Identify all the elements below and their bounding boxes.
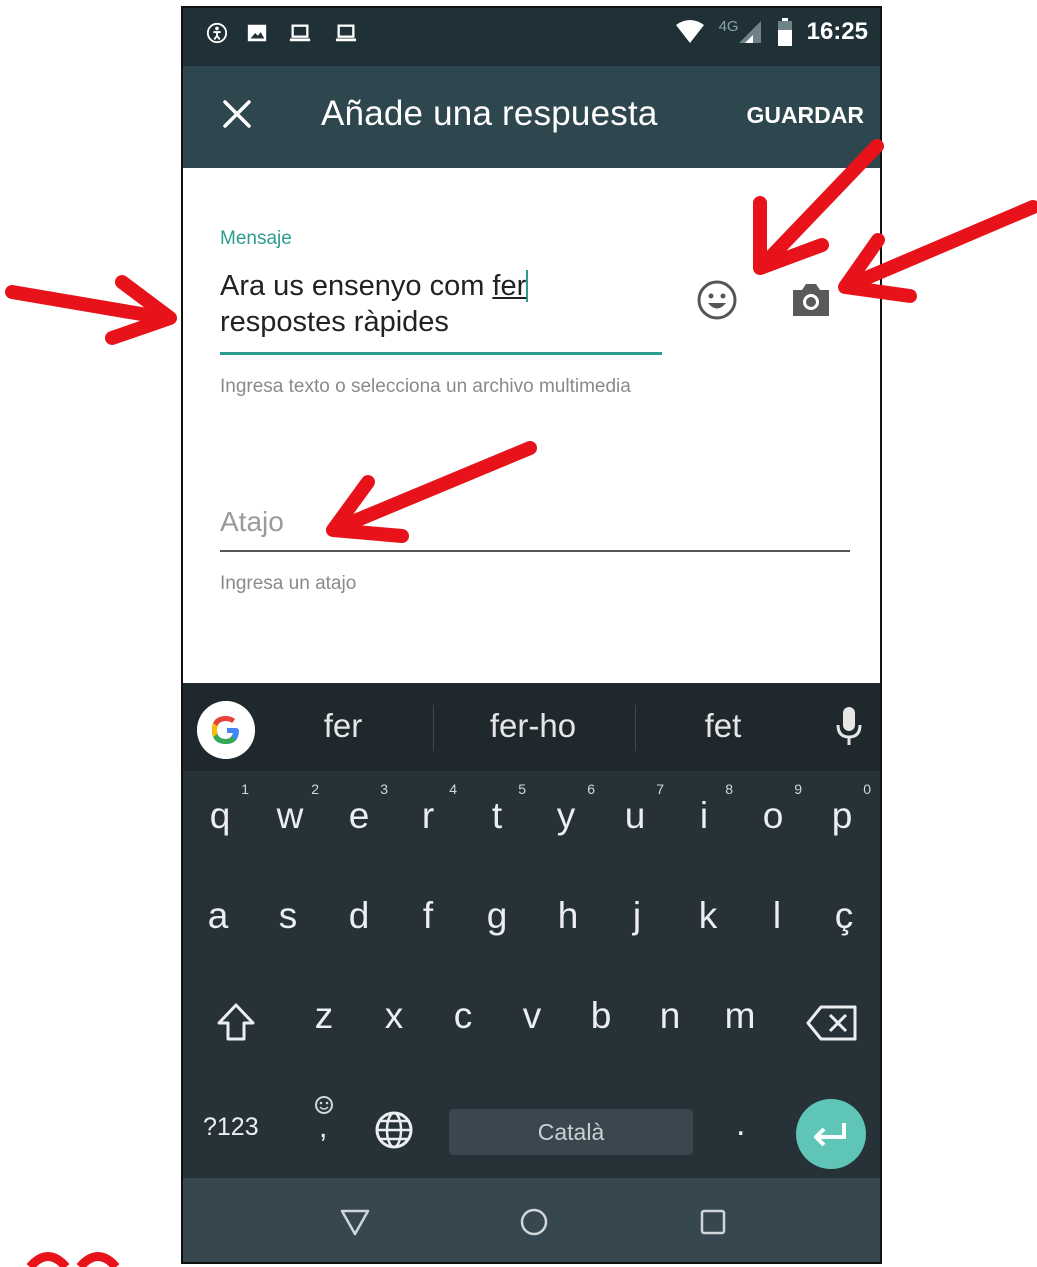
key-l[interactable]: l bbox=[746, 895, 808, 937]
enter-button[interactable] bbox=[796, 1099, 866, 1169]
home-icon[interactable] bbox=[516, 1204, 552, 1240]
key-c[interactable]: c bbox=[432, 995, 494, 1037]
key-m[interactable]: m bbox=[709, 995, 771, 1037]
reply-form: Mensaje Ara us ensenyo com fer respostes… bbox=[183, 168, 880, 683]
key-row-4: ?123 , Català . bbox=[183, 1083, 880, 1183]
mic-icon[interactable] bbox=[834, 705, 864, 749]
key-h[interactable]: h bbox=[537, 895, 599, 937]
key-y[interactable]: y6 bbox=[535, 781, 597, 837]
cropped-red-shape bbox=[26, 1252, 120, 1267]
message-text-line2: respostes ràpides bbox=[220, 306, 449, 338]
comma-key-label: , bbox=[319, 1111, 328, 1144]
suggestion-bar: fer fer-ho fet bbox=[183, 683, 880, 771]
key-z[interactable]: z bbox=[293, 995, 355, 1037]
google-icon[interactable] bbox=[197, 701, 255, 759]
globe-icon[interactable] bbox=[373, 1109, 415, 1151]
key-v[interactable]: v bbox=[501, 995, 563, 1037]
page-title: Añade una respuesta bbox=[321, 94, 658, 133]
message-helper-text: Ingresa texto o selecciona un archivo mu… bbox=[220, 376, 631, 397]
laptop-icon bbox=[289, 24, 311, 42]
message-current-word: fer bbox=[492, 270, 529, 302]
message-input[interactable]: Ara us ensenyo com fer respostes ràpides bbox=[220, 268, 660, 340]
key-w[interactable]: w2 bbox=[259, 781, 321, 837]
suggestion-divider bbox=[635, 705, 636, 751]
message-text-line1: Ara us ensenyo com bbox=[220, 270, 493, 302]
key-a[interactable]: a bbox=[187, 895, 249, 937]
key-row-2: a s d f g h j k l ç bbox=[183, 895, 880, 995]
emoji-icon[interactable] bbox=[693, 276, 741, 324]
shift-icon[interactable] bbox=[213, 999, 259, 1045]
key-row-1: q1 w2 e3 r4 t5 y6 u7 i8 o9 p0 bbox=[183, 781, 880, 895]
key-q[interactable]: q1 bbox=[189, 781, 251, 837]
enter-icon bbox=[814, 1123, 846, 1147]
close-icon[interactable] bbox=[215, 92, 259, 136]
wifi-icon bbox=[675, 20, 704, 43]
key-u[interactable]: u7 bbox=[604, 781, 666, 837]
navigation-bar bbox=[183, 1178, 880, 1262]
key-x[interactable]: x bbox=[363, 995, 425, 1037]
back-icon[interactable] bbox=[337, 1204, 373, 1240]
symbols-key[interactable]: ?123 bbox=[203, 1113, 259, 1142]
signal-icon bbox=[738, 21, 761, 43]
key-o[interactable]: o9 bbox=[742, 781, 804, 837]
arrow-to-message bbox=[5, 275, 177, 345]
phone-screen: 4G 16:25 Añade una respuesta GUARDAR Men… bbox=[181, 6, 882, 1264]
laptop-icon bbox=[335, 24, 357, 42]
recents-icon[interactable] bbox=[695, 1204, 731, 1240]
save-button[interactable]: GUARDAR bbox=[746, 102, 864, 129]
image-icon bbox=[247, 24, 267, 42]
key-k[interactable]: k bbox=[677, 895, 739, 937]
clock: 16:25 bbox=[806, 18, 868, 45]
key-g[interactable]: g bbox=[466, 895, 528, 937]
suggestion-2[interactable]: fer-ho bbox=[463, 707, 603, 745]
suggestion-1[interactable]: fer bbox=[293, 707, 393, 745]
key-p[interactable]: p0 bbox=[811, 781, 873, 837]
key-n[interactable]: n bbox=[639, 995, 701, 1037]
key-c-cedilla[interactable]: ç bbox=[813, 895, 875, 937]
suggestion-divider bbox=[433, 705, 434, 751]
key-i[interactable]: i8 bbox=[673, 781, 735, 837]
key-r[interactable]: r4 bbox=[397, 781, 459, 837]
keyboard: fer fer-ho fet q1 w2 e3 r4 t5 y6 u7 i8 o… bbox=[183, 683, 880, 1178]
status-bar: 4G 16:25 bbox=[183, 8, 880, 66]
accessibility-icon bbox=[206, 22, 228, 44]
network-type: 4G bbox=[718, 17, 739, 35]
app-toolbar: Añade una respuesta GUARDAR bbox=[183, 66, 880, 168]
period-key[interactable]: . bbox=[736, 1105, 745, 1144]
shortcut-input[interactable]: Atajo bbox=[220, 506, 850, 552]
backspace-icon[interactable] bbox=[805, 1003, 859, 1043]
camera-icon[interactable] bbox=[789, 278, 833, 322]
shortcut-helper-text: Ingresa un atajo bbox=[220, 573, 357, 594]
key-b[interactable]: b bbox=[570, 995, 632, 1037]
battery-icon bbox=[777, 18, 792, 46]
key-j[interactable]: j bbox=[606, 895, 668, 937]
message-label: Mensaje bbox=[220, 228, 292, 249]
shortcut-placeholder: Atajo bbox=[220, 506, 284, 537]
suggestion-3[interactable]: fet bbox=[673, 707, 773, 745]
space-bar[interactable]: Català bbox=[449, 1109, 693, 1155]
key-row-3: z x c v b n m bbox=[183, 995, 880, 1095]
key-s[interactable]: s bbox=[257, 895, 319, 937]
key-t[interactable]: t5 bbox=[466, 781, 528, 837]
key-d[interactable]: d bbox=[328, 895, 390, 937]
key-f[interactable]: f bbox=[397, 895, 459, 937]
key-e[interactable]: e3 bbox=[328, 781, 390, 837]
message-input-underline bbox=[220, 352, 662, 355]
emoji-comma-key[interactable]: , bbox=[309, 1093, 339, 1153]
